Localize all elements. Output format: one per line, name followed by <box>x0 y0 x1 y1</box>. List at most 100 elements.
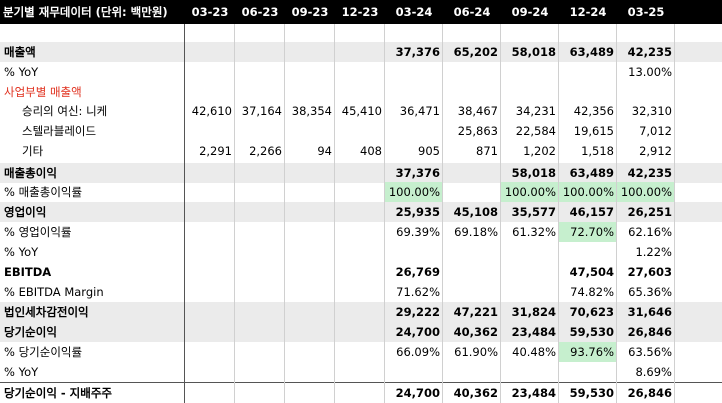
cell-06-24[interactable] <box>443 182 501 202</box>
cell-06-24[interactable]: 25,863 <box>443 121 501 141</box>
cell-06-23[interactable] <box>235 82 285 102</box>
cell-03-23[interactable] <box>185 62 235 82</box>
cell-06-24[interactable]: 61.90% <box>443 342 501 362</box>
cell-09-23[interactable] <box>285 82 335 102</box>
cell-06-24[interactable]: 65,202 <box>443 42 501 62</box>
cell-06-23[interactable] <box>235 342 285 362</box>
cell-12-24[interactable] <box>559 82 617 102</box>
cell-09-23[interactable] <box>285 202 335 222</box>
cell-09-23[interactable] <box>285 383 335 403</box>
cell-03-24[interactable]: 37,376 <box>385 42 443 62</box>
cell-12-23[interactable]: 45,410 <box>335 101 385 121</box>
cell-12-24[interactable]: 63,489 <box>559 163 617 183</box>
cell-12-23[interactable] <box>335 24 385 42</box>
cell-03-25[interactable]: 100.00% <box>617 182 675 202</box>
cell-12-24[interactable]: 100.00% <box>559 182 617 202</box>
cell-06-23[interactable] <box>235 302 285 322</box>
cell-03-24[interactable] <box>385 242 443 262</box>
cell-03-25[interactable]: 65.36% <box>617 282 675 302</box>
cell-03-24[interactable]: 100.00% <box>385 182 443 202</box>
cell-03-25[interactable]: 2,912 <box>617 141 675 161</box>
cell-09-24[interactable] <box>501 242 559 262</box>
cell-03-24[interactable] <box>385 82 443 102</box>
cell-03-23[interactable] <box>185 262 235 282</box>
cell-12-24[interactable]: 1,518 <box>559 141 617 161</box>
cell-03-23[interactable] <box>185 362 235 382</box>
cell-06-23[interactable] <box>235 24 285 42</box>
cell-06-24[interactable]: 47,221 <box>443 302 501 322</box>
cell-12-23[interactable] <box>335 282 385 302</box>
cell-12-23[interactable] <box>335 383 385 403</box>
cell-03-25[interactable]: 62.16% <box>617 222 675 242</box>
cell-09-23[interactable] <box>285 182 335 202</box>
cell-06-23[interactable] <box>235 222 285 242</box>
cell-03-24[interactable]: 24,700 <box>385 383 443 403</box>
cell-03-23[interactable] <box>185 202 235 222</box>
cell-09-23[interactable] <box>285 262 335 282</box>
cell-12-23[interactable] <box>335 342 385 362</box>
cell-03-24[interactable]: 29,222 <box>385 302 443 322</box>
cell-03-24[interactable]: 71.62% <box>385 282 443 302</box>
cell-03-25[interactable]: 27,603 <box>617 262 675 282</box>
cell-03-25[interactable]: 1.22% <box>617 242 675 262</box>
cell-03-23[interactable] <box>185 42 235 62</box>
cell-06-23[interactable]: 2,266 <box>235 141 285 161</box>
cell-03-23[interactable] <box>185 24 235 42</box>
cell-12-24[interactable]: 46,157 <box>559 202 617 222</box>
cell-06-23[interactable] <box>235 242 285 262</box>
cell-12-23[interactable] <box>335 242 385 262</box>
cell-12-23[interactable] <box>335 262 385 282</box>
cell-06-24[interactable] <box>443 62 501 82</box>
cell-09-23[interactable] <box>285 62 335 82</box>
cell-09-24[interactable] <box>501 282 559 302</box>
cell-03-24[interactable]: 36,471 <box>385 101 443 121</box>
cell-03-23[interactable]: 2,291 <box>185 141 235 161</box>
cell-09-23[interactable]: 38,354 <box>285 101 335 121</box>
cell-12-24[interactable]: 63,489 <box>559 42 617 62</box>
cell-12-23[interactable] <box>335 82 385 102</box>
cell-12-23[interactable] <box>335 302 385 322</box>
cell-12-24[interactable]: 70,623 <box>559 302 617 322</box>
cell-09-24[interactable]: 31,824 <box>501 302 559 322</box>
cell-09-24[interactable] <box>501 362 559 382</box>
cell-09-23[interactable] <box>285 24 335 42</box>
cell-03-25[interactable]: 26,846 <box>617 322 675 342</box>
cell-12-24[interactable]: 42,356 <box>559 101 617 121</box>
cell-06-23[interactable] <box>235 163 285 183</box>
cell-03-24[interactable]: 25,935 <box>385 202 443 222</box>
cell-09-24[interactable]: 22,584 <box>501 121 559 141</box>
cell-03-23[interactable] <box>185 222 235 242</box>
cell-09-24[interactable] <box>501 62 559 82</box>
cell-09-23[interactable]: 94 <box>285 141 335 161</box>
cell-09-23[interactable] <box>285 282 335 302</box>
cell-09-23[interactable] <box>285 222 335 242</box>
cell-09-24[interactable] <box>501 262 559 282</box>
cell-03-24[interactable]: 69.39% <box>385 222 443 242</box>
cell-09-24[interactable]: 23,484 <box>501 383 559 403</box>
cell-09-24[interactable]: 1,202 <box>501 141 559 161</box>
cell-06-24[interactable] <box>443 82 501 102</box>
cell-03-24[interactable] <box>385 362 443 382</box>
cell-09-24[interactable]: 35,577 <box>501 202 559 222</box>
cell-09-24[interactable]: 34,231 <box>501 101 559 121</box>
cell-09-23[interactable] <box>285 121 335 141</box>
cell-03-23[interactable] <box>185 182 235 202</box>
cell-03-25[interactable]: 7,012 <box>617 121 675 141</box>
cell-03-23[interactable] <box>185 121 235 141</box>
cell-03-23[interactable] <box>185 82 235 102</box>
cell-09-23[interactable] <box>285 42 335 62</box>
cell-09-24[interactable]: 40.48% <box>501 342 559 362</box>
cell-12-24[interactable] <box>559 242 617 262</box>
cell-03-24[interactable]: 24,700 <box>385 322 443 342</box>
cell-12-24[interactable]: 47,504 <box>559 262 617 282</box>
cell-06-24[interactable] <box>443 242 501 262</box>
cell-03-25[interactable]: 26,846 <box>617 383 675 403</box>
cell-06-23[interactable] <box>235 383 285 403</box>
cell-03-24[interactable] <box>385 121 443 141</box>
cell-06-23[interactable]: 37,164 <box>235 101 285 121</box>
cell-12-23[interactable]: 408 <box>335 141 385 161</box>
cell-03-23[interactable] <box>185 322 235 342</box>
cell-03-25[interactable]: 42,235 <box>617 163 675 183</box>
cell-09-23[interactable] <box>285 342 335 362</box>
cell-06-23[interactable] <box>235 322 285 342</box>
